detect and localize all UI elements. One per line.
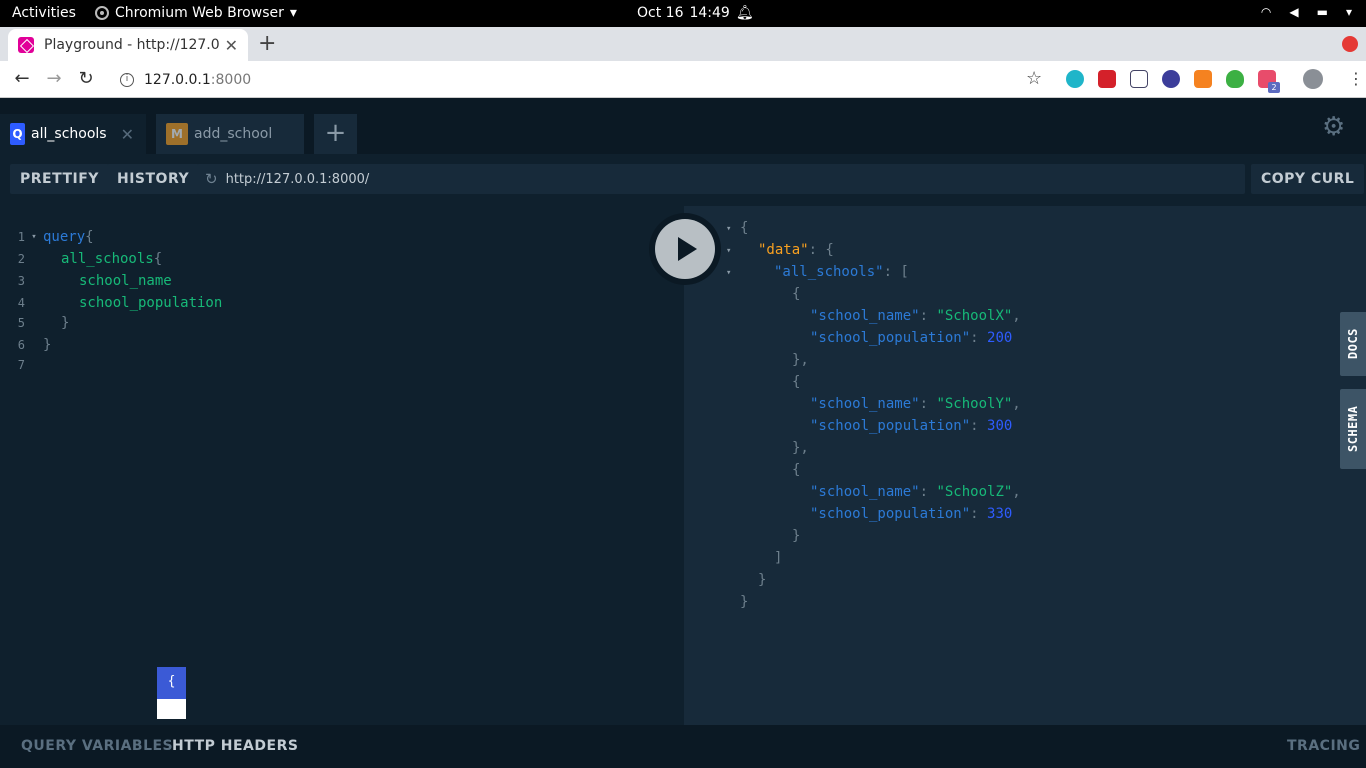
- refresh-schema-icon[interactable]: ↻: [205, 170, 218, 188]
- editor-line: 4 school_population: [17, 295, 223, 311]
- result-field: "school_population": 200: [810, 330, 1013, 346]
- fold-arrow-icon[interactable]: ▾: [726, 224, 731, 234]
- playground-toolbar: PRETTIFY HISTORY ↻ http://127.0.0.1:8000…: [0, 154, 1366, 206]
- address-port: :8000: [210, 71, 252, 88]
- close-icon[interactable]: ✕: [121, 125, 134, 144]
- result-field: "school_name": "SchoolX",: [810, 308, 1021, 324]
- system-tray[interactable]: ◠ ◀ ▬ ▾: [1261, 5, 1352, 19]
- forward-arrow-icon[interactable]: →: [42, 68, 66, 89]
- extension-upload-icon[interactable]: [1130, 70, 1148, 88]
- volume-icon: ◀: [1289, 5, 1299, 19]
- run-query-button[interactable]: [655, 219, 715, 279]
- schema-tab[interactable]: SCHEMA: [1340, 389, 1366, 469]
- address-host: 127.0.0.1: [144, 71, 211, 88]
- http-headers-tab[interactable]: HTTP HEADERS: [172, 738, 298, 754]
- browser-tab-strip: Playground - http://127.0.0 ✕ +: [0, 27, 1366, 61]
- history-button[interactable]: HISTORY: [107, 164, 200, 194]
- editor-line: 1 ▾ query{: [17, 229, 94, 245]
- result-field: "school_population": 330: [810, 506, 1013, 522]
- battery-icon: ▬: [1316, 5, 1328, 19]
- chevron-down-icon: ▾: [289, 5, 297, 21]
- tab-all-schools[interactable]: Q all_schools ✕: [0, 114, 146, 154]
- result-viewer[interactable]: ▾ ▾ ▾ { "data": { "all_schools": [ { "sc…: [684, 206, 1366, 725]
- graphql-playground: Q all_schools ✕ M add_school + ⚙ PRETTIF…: [0, 98, 1366, 768]
- bookmark-star-icon[interactable]: ☆: [1026, 68, 1042, 89]
- wifi-icon: ◠: [1260, 5, 1272, 19]
- app-menu[interactable]: Chromium Web Browser ▾: [95, 5, 297, 21]
- extension-arrow-icon[interactable]: [1098, 70, 1116, 88]
- endpoint-input[interactable]: ↻ http://127.0.0.1:8000/: [197, 164, 1245, 194]
- site-info-icon[interactable]: i: [120, 72, 134, 87]
- copy-curl-button[interactable]: COPY CURL: [1251, 164, 1365, 194]
- extension-chat-icon[interactable]: [1066, 70, 1084, 88]
- result-field: "school_name": "SchoolZ",: [810, 484, 1021, 500]
- window-close-button[interactable]: [1342, 36, 1358, 52]
- browser-toolbar: ← → ↻ i 127.0.0.1:8000 ☆ 2 ⋮: [0, 61, 1366, 98]
- extension-fedora-icon[interactable]: [1162, 70, 1180, 88]
- close-icon[interactable]: ✕: [225, 36, 238, 55]
- run-button-frame: [649, 213, 721, 285]
- power-menu-chevron-icon: ▾: [1345, 5, 1352, 19]
- autocomplete-popup[interactable]: {: [157, 667, 186, 719]
- back-arrow-icon[interactable]: ←: [10, 68, 34, 89]
- browser-tab-playground[interactable]: Playground - http://127.0.0 ✕: [8, 29, 248, 61]
- fold-arrow-icon[interactable]: ▾: [726, 268, 731, 278]
- gear-icon[interactable]: ⚙: [1322, 112, 1345, 142]
- editor-line: 6 }: [17, 337, 52, 353]
- tab-label: all_schools: [31, 126, 107, 142]
- result-field: "school_population": 300: [810, 418, 1013, 434]
- extension-shield-icon[interactable]: [1226, 70, 1244, 88]
- autocomplete-item[interactable]: {: [157, 667, 186, 699]
- result-field: "school_name": "SchoolY",: [810, 396, 1021, 412]
- clock[interactable]: Oct 16 14:49 🔔︎: [637, 5, 754, 21]
- query-variables-tab[interactable]: QUERY VARIABLES: [21, 738, 173, 754]
- autocomplete-empty: [157, 699, 186, 719]
- bottom-panel-bar: QUERY VARIABLES HTTP HEADERS TRACING: [0, 725, 1366, 768]
- docs-tab[interactable]: DOCS: [1340, 312, 1366, 376]
- alarm-bell-icon: 🔔︎: [735, 5, 754, 21]
- playground-tab-bar: Q all_schools ✕ M add_school + ⚙: [0, 98, 1366, 154]
- kebab-menu-icon[interactable]: ⋮: [1348, 69, 1364, 88]
- editor-line: 3 school_name: [17, 273, 172, 289]
- profile-avatar[interactable]: [1303, 69, 1323, 89]
- clock-date: Oct 16: [637, 5, 684, 21]
- clock-time: 14:49: [689, 5, 730, 21]
- extension-badge: 2: [1268, 82, 1280, 93]
- editor-line: 7: [17, 358, 25, 372]
- new-tab-button[interactable]: +: [258, 31, 276, 56]
- add-tab-button[interactable]: +: [314, 114, 357, 154]
- prettify-button[interactable]: PRETTIFY: [10, 164, 109, 194]
- editor-line: 2 all_schools{: [17, 251, 163, 267]
- fold-arrow-icon[interactable]: ▾: [25, 232, 43, 242]
- editor-line: 5 }: [17, 315, 70, 331]
- browser-tab-title: Playground - http://127.0.0: [44, 37, 220, 53]
- endpoint-url: http://127.0.0.1:8000/: [225, 171, 370, 187]
- app-menu-label: Chromium Web Browser: [115, 5, 284, 21]
- fold-arrow-icon[interactable]: ▾: [726, 246, 731, 256]
- activities-button[interactable]: Activities: [12, 5, 76, 21]
- extension-orange-icon[interactable]: [1194, 70, 1212, 88]
- address-bar[interactable]: i 127.0.0.1:8000: [108, 65, 1058, 94]
- query-editor[interactable]: 1 ▾ query{ 2 all_schools{ 3 school_name …: [0, 206, 684, 725]
- system-top-bar: Activities Chromium Web Browser ▾ Oct 16…: [0, 0, 1366, 27]
- graphql-favicon-icon: [18, 37, 34, 53]
- reload-icon[interactable]: ↻: [74, 68, 98, 89]
- play-icon: [678, 237, 697, 261]
- chromium-icon: [95, 6, 109, 20]
- tab-add-school[interactable]: M add_school: [156, 114, 304, 154]
- query-badge: Q: [10, 123, 26, 145]
- tab-label: add_school: [194, 126, 273, 142]
- tracing-tab[interactable]: TRACING: [1287, 738, 1360, 754]
- mutation-badge: M: [166, 123, 188, 145]
